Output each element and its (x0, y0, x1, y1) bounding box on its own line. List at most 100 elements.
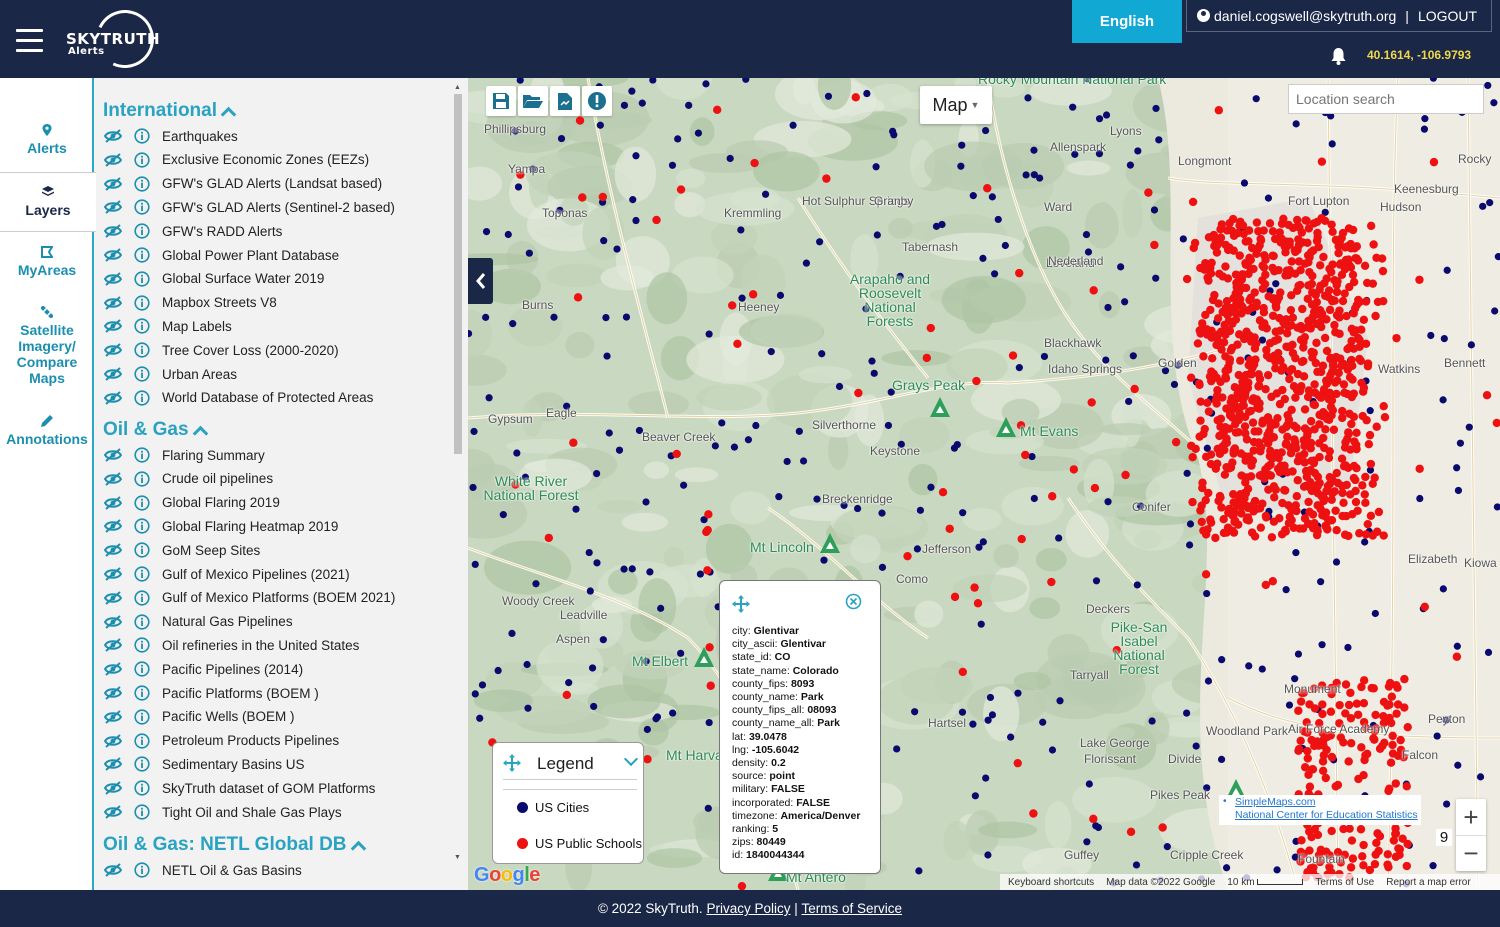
layer-row[interactable]: Gulf of Mexico Pipelines (2021) (104, 563, 350, 585)
info-alert-button[interactable] (582, 86, 612, 116)
logout-link[interactable]: LOGOUT (1418, 8, 1477, 24)
eye-slash-icon[interactable] (104, 638, 122, 653)
eye-slash-icon[interactable] (104, 200, 122, 215)
layer-row[interactable]: Pacific Pipelines (2014) (104, 658, 303, 680)
info-circle-icon[interactable] (134, 318, 150, 334)
eye-slash-icon[interactable] (104, 863, 122, 877)
info-circle-icon[interactable] (134, 128, 150, 144)
info-circle-icon[interactable] (134, 494, 150, 511)
eye-slash-icon[interactable] (104, 710, 122, 724)
open-folder-button[interactable] (518, 86, 548, 116)
info-circle-icon[interactable] (134, 732, 150, 749)
info-circle-icon[interactable] (134, 471, 150, 487)
eye-slash-icon[interactable] (104, 129, 122, 143)
layer-row[interactable]: Global Power Plant Database (104, 244, 339, 266)
info-circle-icon[interactable] (134, 566, 150, 582)
info-circle-icon[interactable] (134, 780, 150, 796)
save-button[interactable] (486, 86, 516, 116)
layer-group-title[interactable]: Oil & Gas (103, 419, 208, 441)
info-circle-icon[interactable] (134, 390, 150, 406)
attribution-link-simplemaps[interactable]: SimpleMaps.com (1235, 796, 1421, 809)
bell-icon[interactable] (1330, 47, 1347, 65)
info-circle-icon[interactable] (134, 518, 150, 534)
chevron-up-icon[interactable] (220, 106, 237, 122)
panel-scrollbar[interactable]: ▲ ▼ (452, 84, 464, 878)
layer-row[interactable]: Gulf of Mexico Platforms (BOEM 2021) (104, 587, 395, 609)
info-circle-icon[interactable] (134, 294, 150, 311)
layer-row[interactable]: Crude oil pipelines (104, 468, 273, 490)
eye-slash-icon[interactable] (104, 472, 122, 486)
layer-row[interactable]: GFW's GLAD Alerts (Landsat based) (104, 173, 382, 195)
info-circle-icon[interactable] (134, 804, 150, 820)
layer-row[interactable]: Map Labels (104, 315, 232, 337)
info-circle-icon[interactable] (134, 862, 150, 878)
layer-row[interactable]: World Database of Protected Areas (104, 387, 373, 409)
eye-slash-icon[interactable] (104, 343, 122, 357)
info-circle-icon[interactable] (134, 447, 150, 463)
tab-alerts[interactable]: Alerts (0, 124, 94, 156)
scroll-thumb[interactable] (454, 94, 462, 454)
info-circle-icon[interactable] (134, 613, 150, 630)
layer-row[interactable]: Global Surface Water 2019 (104, 268, 324, 290)
layer-group-title[interactable]: Oil & Gas: NETL Global DB (103, 834, 366, 856)
info-circle-icon[interactable] (134, 661, 150, 677)
chevron-up-icon[interactable] (350, 840, 366, 856)
legend-move-icon[interactable] (503, 754, 521, 772)
info-circle-icon[interactable] (134, 590, 150, 606)
layer-row[interactable]: Global Flaring 2019 (104, 492, 280, 514)
layer-row[interactable]: Mapbox Streets V8 (104, 292, 277, 314)
eye-slash-icon[interactable] (104, 614, 122, 629)
layer-row[interactable]: GoM Seep Sites (104, 539, 260, 561)
export-file-button[interactable] (550, 86, 580, 116)
eye-slash-icon[interactable] (104, 757, 122, 772)
info-circle-icon[interactable] (134, 342, 150, 358)
user-email[interactable]: daniel.cogswell@skytruth.org (1214, 8, 1396, 24)
info-circle-icon[interactable] (134, 366, 150, 382)
info-circle-icon[interactable] (134, 685, 150, 701)
eye-slash-icon[interactable] (104, 153, 122, 167)
eye-slash-icon[interactable] (104, 248, 122, 262)
tab-layers[interactable]: Layers (0, 172, 96, 232)
layer-row[interactable]: Urban Areas (104, 363, 237, 385)
tab-satellite-imagery[interactable]: Satellite Imagery/ Compare Maps (0, 306, 94, 386)
chevron-up-icon[interactable] (192, 425, 208, 441)
eye-slash-icon[interactable] (104, 733, 122, 748)
tab-myareas[interactable]: MyAreas (0, 246, 94, 278)
privacy-policy-link[interactable]: Privacy Policy (706, 901, 790, 916)
eye-slash-icon[interactable] (104, 686, 122, 700)
info-circle-icon[interactable] (134, 152, 150, 168)
layer-row[interactable]: SkyTruth dataset of GOM Platforms (104, 777, 375, 799)
layer-row[interactable]: Exclusive Economic Zones (EEZs) (104, 149, 369, 171)
move-icon[interactable] (732, 595, 750, 613)
info-circle-icon[interactable] (134, 756, 150, 772)
zoom-in-button[interactable]: + (1456, 799, 1486, 835)
info-circle-icon[interactable] (134, 175, 150, 192)
layer-row[interactable]: Pacific Platforms (BOEM ) (104, 682, 319, 704)
chevron-down-icon[interactable] (623, 751, 639, 767)
eye-slash-icon[interactable] (104, 662, 122, 676)
layer-row[interactable]: Earthquakes (104, 125, 238, 147)
info-circle-icon[interactable] (134, 199, 150, 215)
skytruth-logo[interactable]: SKYTRUTH Alerts (64, 1, 163, 77)
zoom-out-button[interactable]: − (1456, 835, 1486, 871)
scroll-down-arrow-icon[interactable]: ▼ (454, 854, 461, 861)
eye-slash-icon[interactable] (104, 176, 122, 191)
layer-row[interactable]: Petroleum Products Pipelines (104, 730, 339, 752)
eye-slash-icon[interactable] (104, 591, 122, 605)
layer-row[interactable]: Natural Gas Pipelines (104, 611, 293, 633)
eye-slash-icon[interactable] (104, 367, 122, 381)
location-search-input[interactable] (1288, 84, 1484, 114)
eye-slash-icon[interactable] (104, 448, 122, 462)
info-circle-icon[interactable] (134, 271, 150, 287)
terms-of-use-link[interactable]: Terms of Use (1315, 877, 1374, 888)
map-type-selector[interactable]: Map ▼ (920, 86, 992, 124)
keyboard-shortcuts-link[interactable]: Keyboard shortcuts (1008, 877, 1094, 888)
info-circle-icon[interactable] (134, 542, 150, 558)
eye-slash-icon[interactable] (104, 495, 122, 510)
layer-row[interactable]: Tight Oil and Shale Gas Plays (104, 801, 342, 823)
layer-row[interactable]: Tree Cover Loss (2000-2020) (104, 339, 339, 361)
terms-of-service-link[interactable]: Terms of Service (802, 901, 903, 916)
layer-row[interactable]: Global Flaring Heatmap 2019 (104, 515, 338, 537)
layer-row[interactable]: Pacific Wells (BOEM ) (104, 706, 295, 728)
eye-slash-icon[interactable] (104, 543, 122, 557)
